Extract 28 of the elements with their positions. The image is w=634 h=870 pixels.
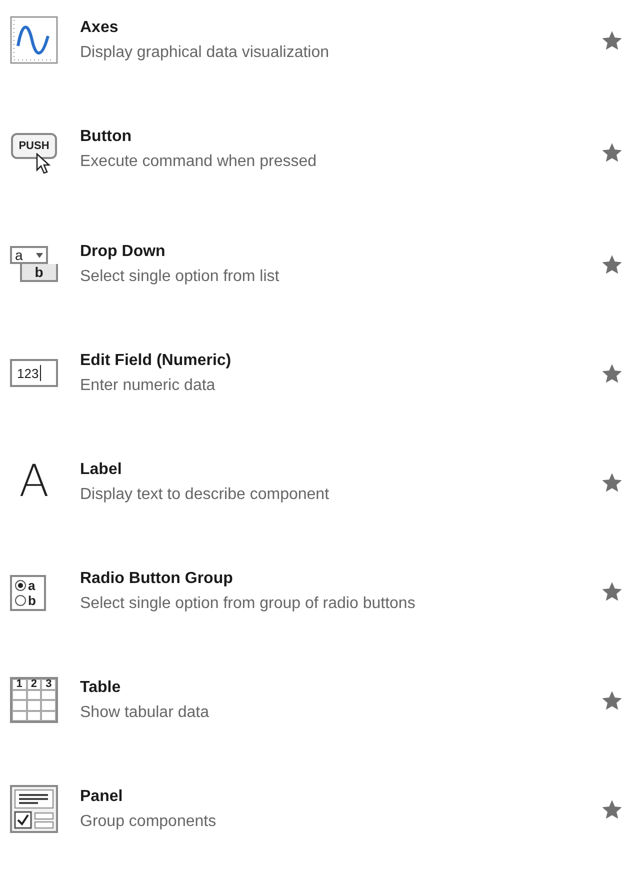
component-description: Display graphical data visualization <box>80 43 330 63</box>
star-icon[interactable] <box>602 800 622 820</box>
component-description: Execute command when pressed <box>80 152 318 172</box>
component-description: Show tabular data <box>80 703 210 723</box>
component-description: Select single option from list <box>80 267 280 287</box>
star-icon[interactable] <box>602 473 622 493</box>
component-title: Panel <box>80 787 124 807</box>
component-description: Enter numeric data <box>80 376 216 396</box>
sine-wave-icon <box>10 16 58 64</box>
component-title: Axes <box>80 18 120 38</box>
star-icon[interactable] <box>602 691 622 711</box>
table-icon: 1 2 3 <box>10 676 58 724</box>
component-title: Label <box>80 460 123 480</box>
component-description: Display text to describe component <box>80 485 330 505</box>
panel-icon <box>10 785 58 833</box>
star-icon[interactable] <box>602 255 622 275</box>
component-title: Edit Field (Numeric) <box>80 351 232 371</box>
star-icon[interactable] <box>602 364 622 384</box>
component-title: Table <box>80 678 122 698</box>
component-title: Button <box>80 127 133 147</box>
star-icon[interactable] <box>602 582 622 602</box>
letter-icon: A <box>10 458 58 506</box>
component-title: Drop Down <box>80 242 166 262</box>
star-icon[interactable] <box>602 31 622 51</box>
component-description: Select single option from group of radio buttons <box>80 594 416 614</box>
component-title: Radio Button Group <box>80 569 234 589</box>
component-description: Group components <box>80 812 218 832</box>
star-icon[interactable] <box>602 143 622 163</box>
